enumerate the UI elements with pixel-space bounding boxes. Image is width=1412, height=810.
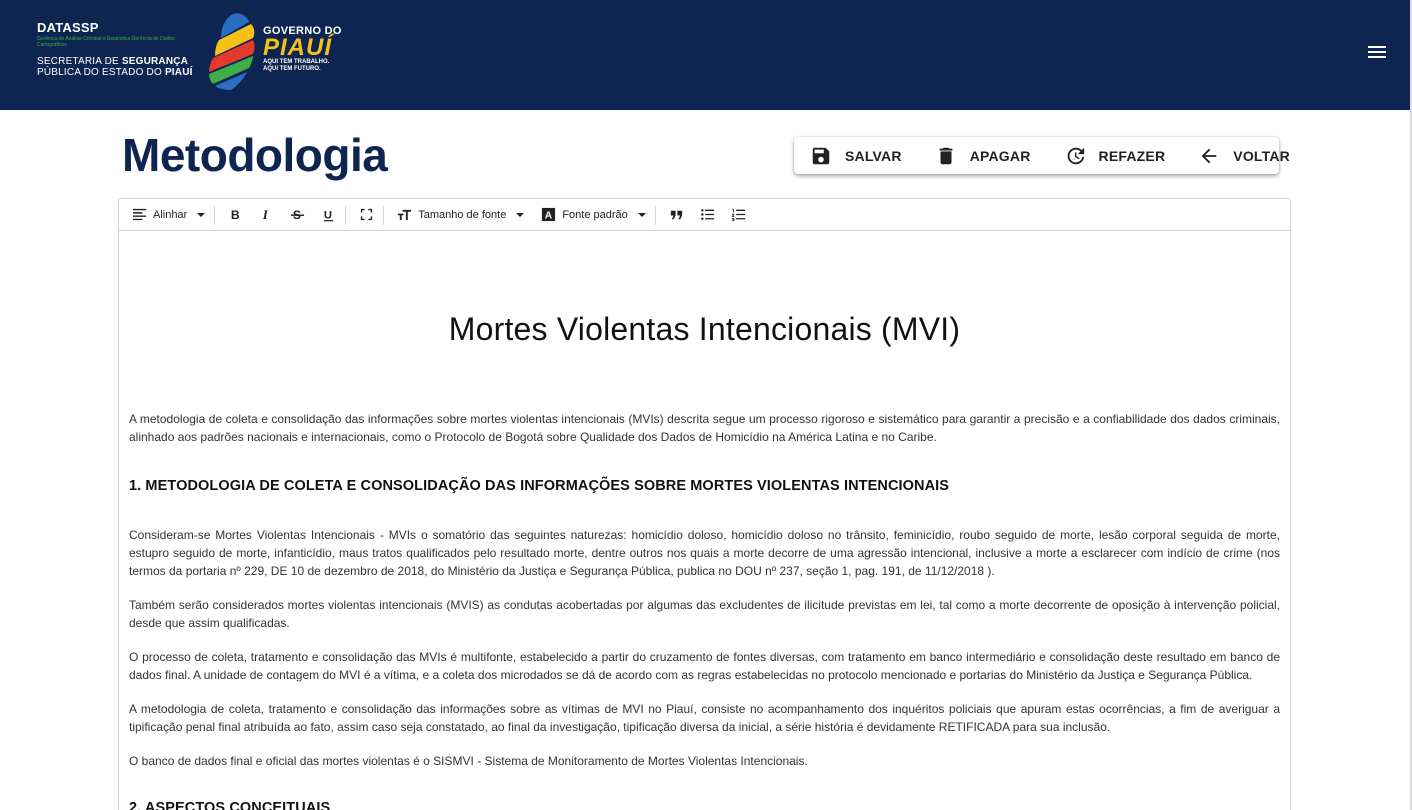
save-button[interactable]: SALVAR bbox=[810, 145, 902, 167]
paragraph-4: A metodologia de coleta, tratamento e co… bbox=[129, 702, 1280, 734]
datassp-brand: DATASSP Gerência de Análise Criminal e E… bbox=[37, 20, 193, 78]
action-toolbar: SALVAR APAGAR REFAZER VOLTAR bbox=[794, 137, 1290, 174]
bold-button[interactable]: B bbox=[228, 204, 243, 226]
document-title: Mortes Violentas Intencionais (MVI) bbox=[448, 311, 961, 347]
toolbar-divider bbox=[345, 204, 347, 225]
editor-content[interactable]: Mortes Violentas Intencionais (MVI) A me… bbox=[119, 311, 1290, 810]
brand-name: DATASSP bbox=[37, 20, 99, 35]
piaui-state-logo bbox=[209, 13, 255, 90]
org-line1-bold: SEGURANÇA bbox=[121, 56, 189, 67]
delete-button[interactable]: APAGAR bbox=[935, 145, 1031, 167]
chevron-down-icon bbox=[197, 212, 206, 217]
svg-text:A: A bbox=[545, 211, 553, 222]
svg-text:U: U bbox=[324, 209, 332, 221]
align-label: Alinhar bbox=[153, 208, 188, 221]
redo-button-label: REFAZER bbox=[1098, 147, 1166, 164]
menu-bar bbox=[1368, 46, 1386, 48]
arrow-left-icon bbox=[1201, 148, 1217, 163]
save-icon bbox=[812, 147, 830, 164]
bulleted-list-icon bbox=[700, 209, 714, 220]
font-family-dropdown[interactable]: A Fonte padrão bbox=[541, 204, 646, 226]
svg-text:I: I bbox=[262, 207, 269, 222]
chevron-down-icon bbox=[637, 212, 646, 217]
underline-button[interactable]: U bbox=[321, 204, 336, 226]
font-size-icon bbox=[398, 209, 412, 221]
save-button-label: SALVAR bbox=[845, 147, 902, 164]
page-title: Metodologia bbox=[122, 129, 388, 181]
gov-tagline-2: AQUI TEM FUTURO. bbox=[263, 66, 321, 72]
paragraph-1: Consideram-se Mortes Violentas Intencion… bbox=[129, 528, 1280, 578]
font-family-icon: A bbox=[542, 207, 556, 222]
toolbar-divider bbox=[383, 204, 385, 225]
fullscreen-button[interactable] bbox=[359, 204, 374, 226]
delete-button-label: APAGAR bbox=[969, 147, 1031, 164]
svg-text:B: B bbox=[231, 208, 240, 222]
org-line2-bold: PIAUÍ bbox=[164, 67, 193, 78]
redo-icon bbox=[1067, 147, 1084, 164]
org-line2-prefix: PÚBLICA DO ESTADO DO bbox=[37, 67, 165, 78]
intro-paragraph: A metodologia de coleta e consolidação d… bbox=[129, 412, 1280, 444]
italic-button[interactable]: I bbox=[259, 204, 274, 226]
editor-toolbar: Alinhar B I S U Tamanho de fonte A Fonte… bbox=[119, 199, 1290, 231]
org-line1-prefix: SECRETARIA DE bbox=[37, 56, 122, 67]
menu-bar bbox=[1368, 51, 1386, 53]
trash-icon bbox=[939, 147, 953, 164]
quote-icon bbox=[670, 210, 682, 220]
font-size-dropdown[interactable]: Tamanho de fonte bbox=[397, 204, 525, 226]
toolbar-divider bbox=[214, 204, 216, 225]
section-2-heading: 2. ASPECTOS CONCEITUAIS bbox=[129, 800, 331, 810]
app-header: DATASSP Gerência de Análise Criminal e E… bbox=[0, 0, 1410, 110]
section-1-heading: 1. METODOLOGIA DE COLETA E CONSOLIDAÇÃO … bbox=[129, 478, 950, 494]
rich-text-editor: Alinhar B I S U Tamanho de fonte A Fonte… bbox=[118, 198, 1291, 810]
government-brand: GOVERNO DO PIAUÍ AQUI TEM TRABALHO. AQUI… bbox=[263, 25, 342, 73]
italic-icon: I bbox=[262, 207, 269, 222]
fullscreen-icon bbox=[361, 208, 373, 221]
menu-bar bbox=[1368, 56, 1386, 58]
numbered-list-icon bbox=[731, 208, 745, 222]
toolbar-divider bbox=[654, 204, 656, 225]
back-button[interactable]: VOLTAR bbox=[1198, 145, 1290, 167]
paragraph-5: O banco de dados final e oficial das mor… bbox=[129, 754, 808, 768]
font-family-label: Fonte padrão bbox=[562, 208, 628, 221]
underline-icon: U bbox=[324, 209, 334, 222]
blockquote-button[interactable] bbox=[669, 204, 684, 226]
strikethrough-button[interactable]: S bbox=[290, 204, 305, 226]
strikethrough-icon: S bbox=[291, 208, 305, 222]
redo-button[interactable]: REFAZER bbox=[1064, 145, 1166, 167]
organization-name: SECRETARIA DE SEGURANÇA PÚBLICA DO ESTAD… bbox=[37, 56, 193, 78]
bold-icon: B bbox=[231, 208, 240, 222]
bulleted-list-button[interactable] bbox=[700, 204, 715, 226]
hamburger-menu-icon[interactable] bbox=[1366, 44, 1388, 62]
font-size-label: Tamanho de fonte bbox=[418, 208, 507, 221]
brand-subtitle: Gerência de Análise Criminal e Estatísti… bbox=[37, 36, 175, 48]
gov-line2: PIAUÍ bbox=[263, 34, 333, 61]
numbered-list-button[interactable] bbox=[731, 204, 746, 226]
align-dropdown[interactable]: Alinhar bbox=[132, 204, 206, 226]
align-left-icon bbox=[132, 208, 147, 221]
paragraph-2: Também serão considerados mortes violent… bbox=[129, 598, 1280, 630]
back-button-label: VOLTAR bbox=[1233, 147, 1290, 164]
paragraph-3: O processo de coleta, tratamento e conso… bbox=[129, 650, 1280, 682]
chevron-down-icon bbox=[516, 212, 525, 217]
